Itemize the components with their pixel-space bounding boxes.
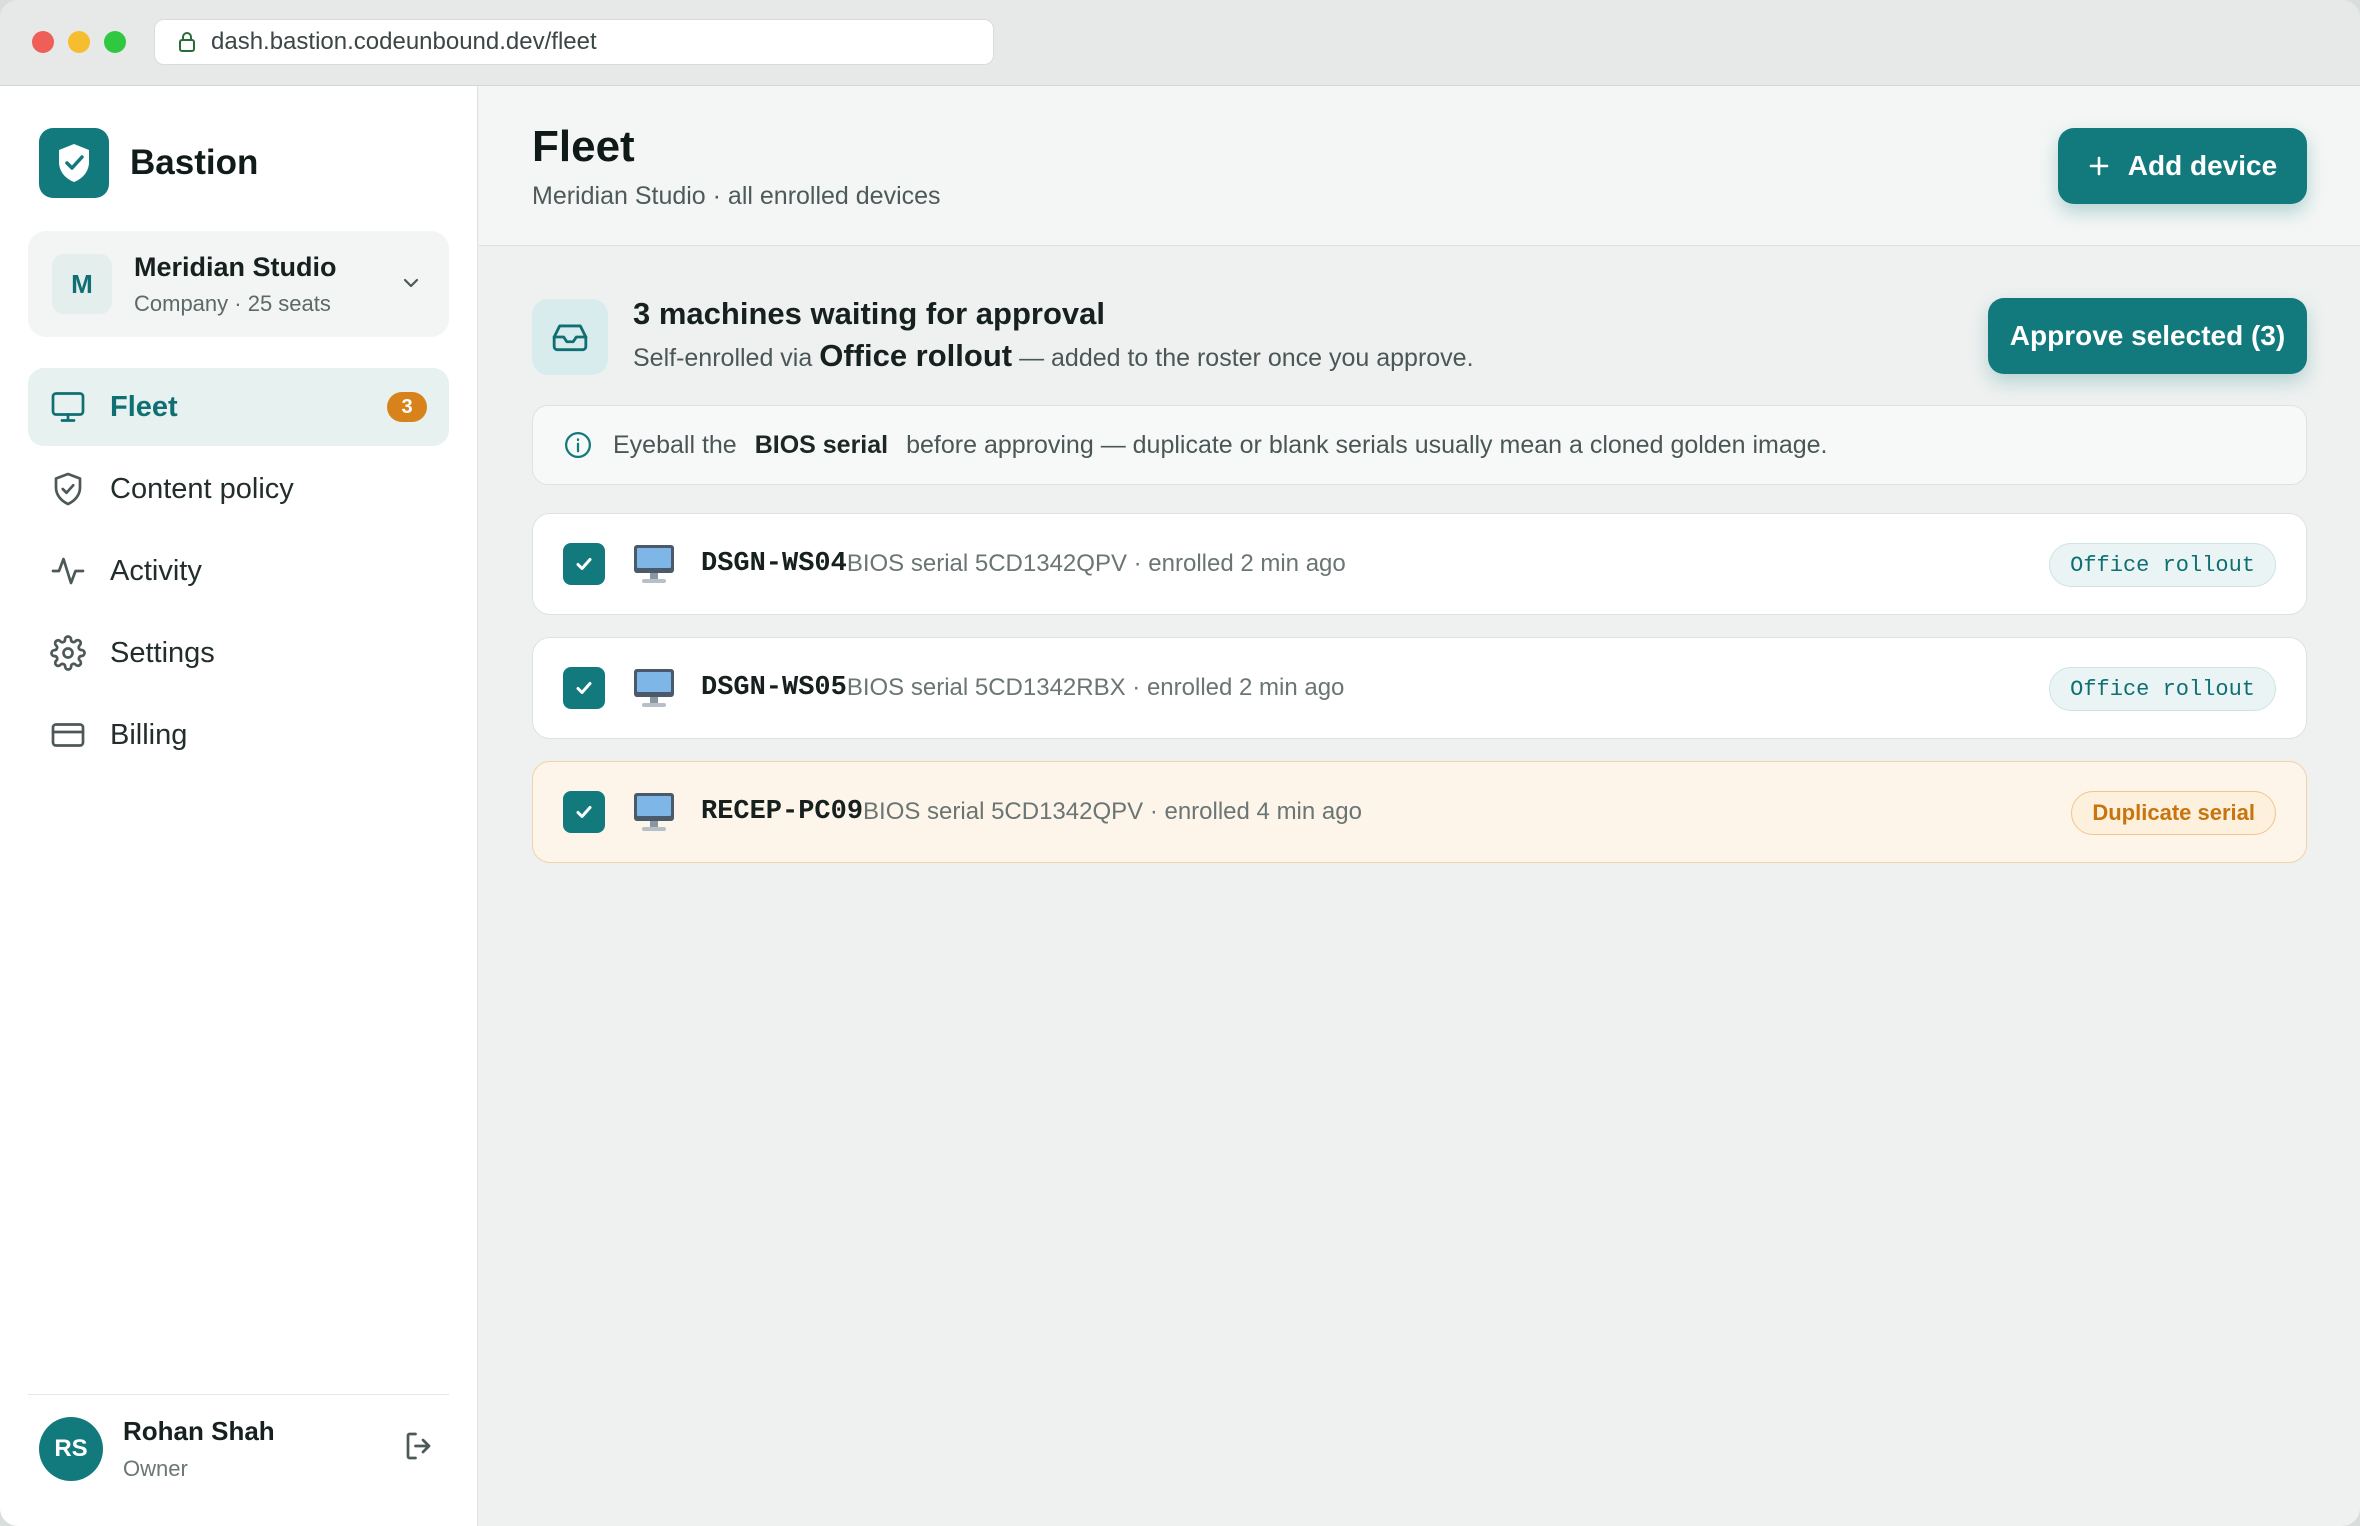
sidebar-item-settings[interactable]: Settings [28, 614, 449, 692]
check-icon [576, 682, 592, 694]
device-name: DSGN-WS04 [701, 549, 847, 579]
sidebar-item-fleet[interactable]: Fleet 3 [28, 368, 449, 446]
browser-window: dash.bastion.codeunbound.dev/fleet Basti… [0, 0, 2360, 1526]
user-profile[interactable]: RS Rohan Shah Owner [39, 1416, 275, 1482]
add-device-label: Add device [2127, 150, 2278, 181]
device-meta: BIOS serial 5CD1342RBX · enrolled 2 min … [846, 674, 1345, 701]
info-strong: BIOS serial [754, 430, 889, 459]
device-checkbox[interactable] [563, 543, 605, 585]
page-title: Fleet [532, 122, 635, 171]
device-row[interactable]: DSGN-WS05 BIOS serial 5CD1342RBX · enrol… [532, 637, 2307, 739]
device-row-warning[interactable]: RECEP-PC09 BIOS serial 5CD1342QPV · enro… [532, 761, 2307, 863]
sidebar-item-label: Content policy [110, 472, 294, 505]
sidebar-item-label: Settings [110, 636, 215, 669]
device-checkbox[interactable] [563, 791, 605, 833]
org-avatar: M [52, 254, 112, 314]
browser-chrome: dash.bastion.codeunbound.dev/fleet [0, 0, 2360, 86]
page-header: Fleet Meridian Studio · all enrolled dev… [479, 86, 2360, 246]
device-row[interactable]: DSGN-WS04 BIOS serial 5CD1342QPV · enrol… [532, 513, 2307, 615]
rollout-name: Office rollout [819, 338, 1013, 373]
minimize-window-button[interactable] [68, 31, 90, 53]
rollout-tag: Office rollout [2049, 543, 2276, 587]
org-plan: Company · 25 seats [134, 290, 331, 316]
info-icon [565, 432, 591, 458]
desktop-computer-icon [634, 669, 674, 707]
main-content: Fleet Meridian Studio · all enrolled dev… [479, 86, 2360, 1526]
approve-selected-button[interactable]: Approve selected (3) [1988, 298, 2307, 374]
close-window-button[interactable] [32, 31, 54, 53]
add-device-button[interactable]: Add device [2058, 128, 2307, 204]
url-text: dash.bastion.codeunbound.dev/fleet [211, 28, 597, 55]
divider [28, 1394, 449, 1395]
approval-sub-suffix: — added to the roster once you approve. [1019, 344, 1474, 372]
check-icon [576, 558, 592, 570]
approval-subtitle: Self-enrolled via Office rollout — added… [633, 338, 1474, 374]
sidebar-item-activity[interactable]: Activity [28, 532, 449, 610]
credit-card-icon [51, 723, 85, 747]
avatar: RS [39, 1417, 103, 1481]
shield-check-logo-icon [39, 128, 109, 198]
pending-count-badge: 3 [387, 392, 427, 422]
rollout-tag: Office rollout [2049, 667, 2276, 711]
sidebar-item-label: Fleet [110, 390, 178, 423]
user-role: Owner [123, 1456, 188, 1481]
page-subtitle: Meridian Studio · all enrolled devices [532, 182, 941, 210]
maximize-window-button[interactable] [104, 31, 126, 53]
sidebar-item-content-policy[interactable]: Content policy [28, 450, 449, 528]
gear-icon [50, 635, 86, 671]
monitor-icon [51, 392, 85, 422]
approval-sub-prefix: Self-enrolled via [633, 344, 813, 372]
device-name: RECEP-PC09 [701, 797, 864, 827]
chevron-down-icon [403, 278, 419, 288]
org-name: Meridian Studio [134, 251, 337, 282]
logout-icon[interactable] [402, 1428, 438, 1464]
sidebar-nav: Fleet 3 Content policy Activity Settings… [28, 368, 449, 778]
lock-icon [179, 32, 195, 52]
info-banner: Eyeball the BIOS serial before approving… [532, 405, 2307, 485]
brand[interactable]: Bastion [39, 128, 258, 198]
check-icon [576, 806, 592, 818]
device-meta: BIOS serial 5CD1342QPV · enrolled 4 min … [863, 798, 1362, 825]
plus-icon [2089, 156, 2109, 176]
user-name: Rohan Shah [123, 1416, 275, 1446]
activity-icon [51, 557, 85, 585]
device-meta: BIOS serial 5CD1342QPV · enrolled 2 min … [846, 550, 1346, 577]
brand-name: Bastion [130, 143, 259, 182]
sidebar-item-label: Billing [110, 718, 188, 751]
approval-title: 3 machines waiting for approval [633, 296, 1106, 331]
sidebar-item-label: Activity [110, 554, 202, 587]
desktop-computer-icon [634, 793, 674, 831]
duplicate-serial-tag: Duplicate serial [2071, 791, 2276, 835]
address-bar[interactable]: dash.bastion.codeunbound.dev/fleet [154, 19, 994, 65]
desktop-computer-icon [634, 545, 674, 583]
info-prefix: Eyeball the [613, 430, 737, 459]
info-suffix: before approving — duplicate or blank se… [906, 430, 1828, 459]
device-checkbox[interactable] [563, 667, 605, 709]
sidebar: Bastion M Meridian Studio Company · 25 s… [0, 86, 478, 1526]
sidebar-item-billing[interactable]: Billing [28, 696, 449, 774]
shield-icon [54, 472, 82, 506]
device-name: DSGN-WS05 [701, 673, 847, 703]
inbox-icon [532, 299, 608, 375]
org-switcher[interactable]: M Meridian Studio Company · 25 seats [28, 231, 449, 337]
